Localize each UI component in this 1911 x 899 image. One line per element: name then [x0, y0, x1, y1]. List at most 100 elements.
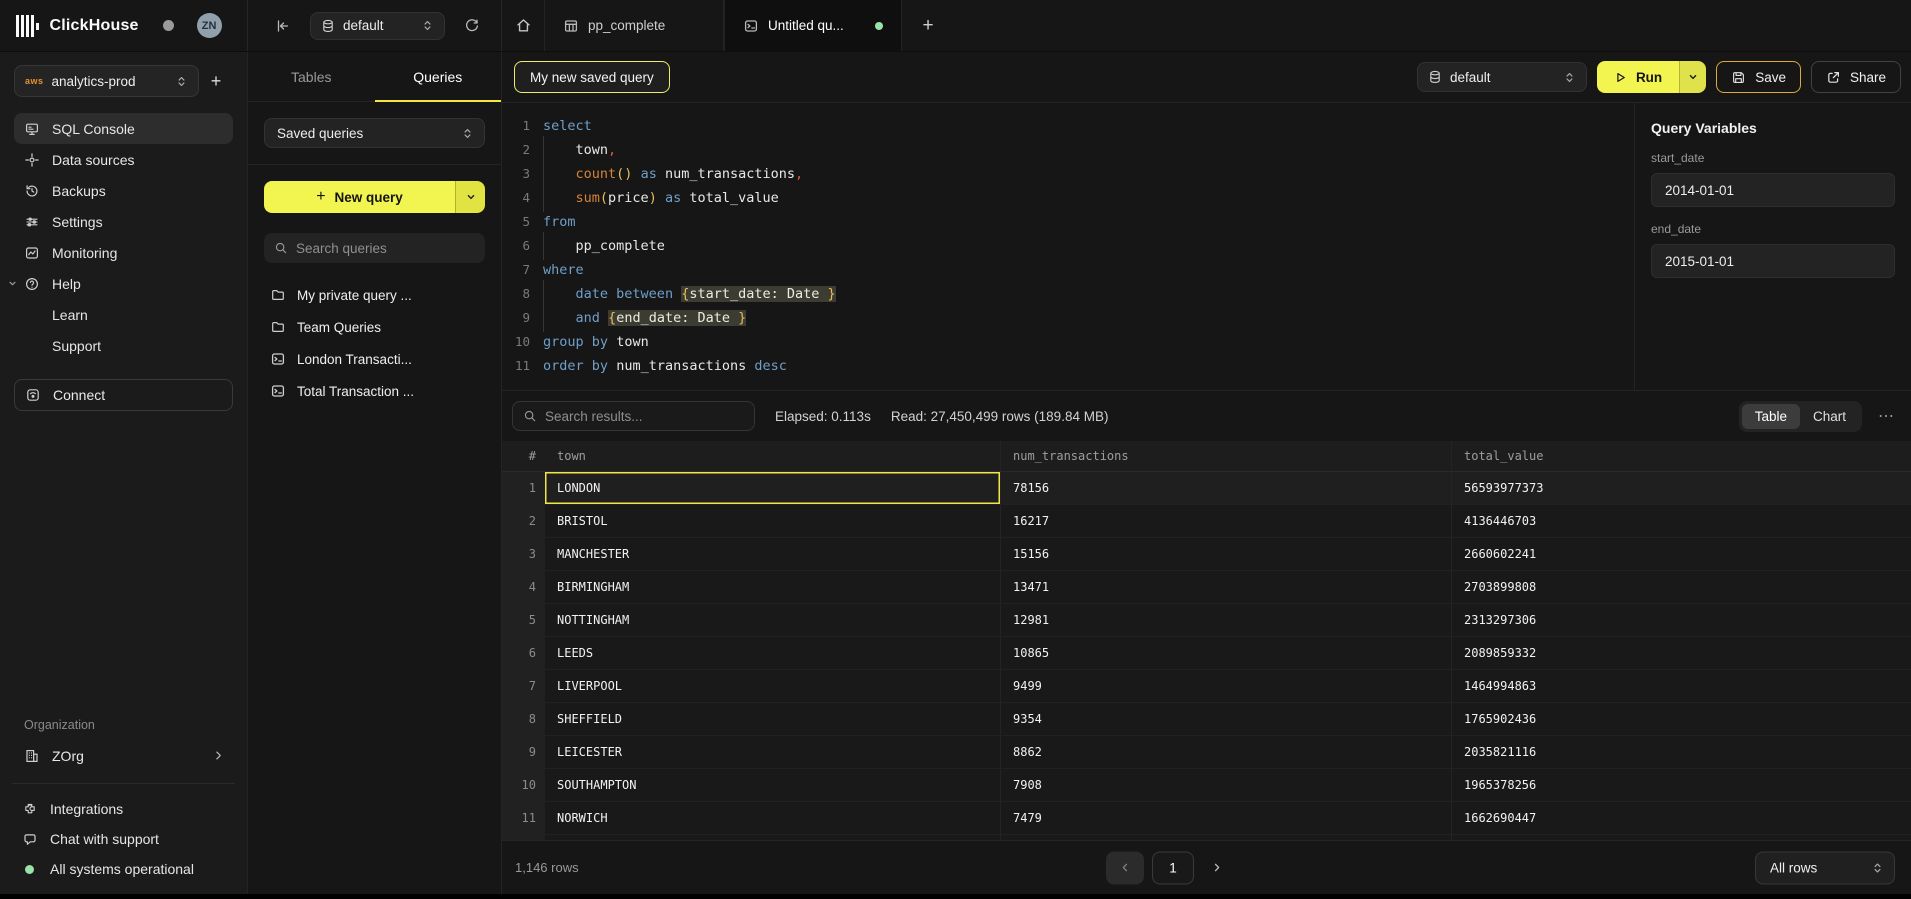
table-row[interactable]: 9LEICESTER88622035821116 [502, 736, 1911, 769]
more-options-button[interactable]: ⋯ [1874, 406, 1899, 426]
cell[interactable]: 2 [502, 505, 545, 537]
cell[interactable]: 2089859332 [1451, 637, 1911, 669]
cell[interactable]: 9354 [1000, 703, 1451, 735]
collapse-left-icon[interactable] [270, 13, 296, 39]
refresh-icon[interactable] [459, 13, 485, 39]
connect-button[interactable]: Connect [14, 379, 233, 411]
cell[interactable]: 1 [502, 472, 545, 504]
cell[interactable]: NOTTINGHAM [545, 604, 1000, 636]
avatar[interactable]: ZN [197, 13, 222, 38]
database-selector[interactable]: default [310, 12, 445, 40]
table-row[interactable]: 11NORWICH74791662690447 [502, 802, 1911, 835]
saved-queries-dropdown[interactable]: Saved queries [264, 118, 485, 148]
cell[interactable]: 8 [502, 703, 545, 735]
cell[interactable]: 15156 [1000, 538, 1451, 570]
cell[interactable]: SHEFFIELD [545, 703, 1000, 735]
cell[interactable]: 10 [502, 769, 545, 801]
cell[interactable]: 1965378256 [1451, 769, 1911, 801]
code-line[interactable]: 6 pp_complete [502, 234, 1634, 258]
sidebar-item-data-sources[interactable]: Data sources [14, 144, 233, 175]
search-results-input[interactable]: Search results... [512, 401, 755, 431]
table-row[interactable]: 7LIVERPOOL94991464994863 [502, 670, 1911, 703]
cell[interactable]: 3 [502, 538, 545, 570]
cell[interactable]: NORWICH [545, 802, 1000, 834]
cell[interactable]: 8862 [1000, 736, 1451, 768]
sidebar-subitem-support[interactable]: Support [14, 330, 233, 361]
page-size-selector[interactable]: All rows [1755, 851, 1895, 884]
previous-page-button[interactable] [1106, 851, 1144, 884]
run-database-selector[interactable]: default [1417, 62, 1587, 92]
cell[interactable]: 7908 [1000, 769, 1451, 801]
cell[interactable]: 10865 [1000, 637, 1451, 669]
cell[interactable]: LEEDS [545, 637, 1000, 669]
sidebar-item-help[interactable]: Help [14, 268, 233, 299]
code-line[interactable]: 8 date between {start_date: Date } [502, 282, 1634, 306]
tab-tables[interactable]: Tables [248, 52, 375, 101]
cell[interactable]: 4 [502, 571, 545, 603]
table-row[interactable]: 1LONDON7815656593977373 [502, 472, 1911, 505]
cell[interactable]: 4136446703 [1451, 505, 1911, 537]
view-toggle-chart[interactable]: Chart [1800, 404, 1859, 429]
saved-query-item[interactable]: Team Queries [264, 311, 485, 343]
code-line[interactable]: 2 town, [502, 138, 1634, 162]
sidebar-item-sql-console[interactable]: SQL Console [14, 113, 233, 144]
code-line[interactable]: 4 sum(price) as total_value [502, 186, 1634, 210]
view-toggle-table[interactable]: Table [1742, 404, 1800, 429]
run-options-button[interactable] [1679, 61, 1706, 93]
table-row[interactable]: 5NOTTINGHAM129812313297306 [502, 604, 1911, 637]
cell[interactable]: BRISTOL [545, 505, 1000, 537]
tab-queries[interactable]: Queries [375, 52, 502, 101]
sidebar-item-monitoring[interactable]: Monitoring [14, 237, 233, 268]
sidebar-item-backups[interactable]: Backups [14, 175, 233, 206]
cell[interactable]: 78156 [1000, 472, 1451, 504]
code-line[interactable]: 7where [502, 258, 1634, 282]
column-header-num[interactable]: # [502, 441, 545, 471]
saved-query-item[interactable]: London Transacti... [264, 343, 485, 375]
share-button[interactable]: Share [1811, 61, 1901, 93]
code-line[interactable]: 11order by num_transactions desc [502, 354, 1634, 378]
code-line[interactable]: 9 and {end_date: Date } [502, 306, 1634, 330]
add-service-button[interactable]: + [199, 71, 233, 92]
cell[interactable]: LONDON [545, 472, 1000, 504]
new-tab-button[interactable]: + [902, 0, 954, 51]
new-query-button[interactable]: +New query [264, 181, 485, 213]
cell[interactable]: 13471 [1000, 571, 1451, 603]
variable-input-start_date[interactable]: 2014-01-01 [1651, 173, 1895, 207]
search-queries-input[interactable]: Search queries [264, 233, 485, 263]
page-number-input[interactable]: 1 [1152, 851, 1194, 884]
sidebar-subitem-learn[interactable]: Learn [14, 299, 233, 330]
cell[interactable]: 12981 [1000, 604, 1451, 636]
notification-dot-icon[interactable] [163, 20, 174, 31]
cell[interactable]: LEICESTER [545, 736, 1000, 768]
sql-editor[interactable]: 1select2 town,3 count() as num_transacti… [502, 103, 1634, 390]
cell[interactable]: 6 [502, 637, 545, 669]
saved-query-item[interactable]: My private query ... [264, 279, 485, 311]
top-tab-untitled-qu-[interactable]: Untitled qu... [724, 0, 902, 51]
table-row[interactable]: 2BRISTOL162174136446703 [502, 505, 1911, 538]
table-row[interactable]: 3MANCHESTER151562660602241 [502, 538, 1911, 571]
service-selector[interactable]: aws analytics-prod [14, 65, 199, 97]
variable-input-end_date[interactable]: 2015-01-01 [1651, 244, 1895, 278]
sidebar-item-settings[interactable]: Settings [14, 206, 233, 237]
saved-query-item[interactable]: Total Transaction ... [264, 375, 485, 407]
cell[interactable]: 1662690447 [1451, 802, 1911, 834]
top-tab-pp-complete[interactable]: pp_complete [544, 0, 724, 51]
code-line[interactable]: 10group by town [502, 330, 1634, 354]
cell[interactable]: 9 [502, 736, 545, 768]
new-query-menu-button[interactable] [455, 181, 485, 213]
code-line[interactable]: 1select [502, 114, 1634, 138]
run-button[interactable]: Run [1597, 61, 1679, 93]
sidebar-footer-all-systems-operational[interactable]: All systems operational [12, 854, 235, 884]
cell[interactable]: 2035821116 [1451, 736, 1911, 768]
cell[interactable]: 7479 [1000, 802, 1451, 834]
code-line[interactable]: 3 count() as num_transactions, [502, 162, 1634, 186]
cell[interactable]: MANCHESTER [545, 538, 1000, 570]
cell[interactable]: 2313297306 [1451, 604, 1911, 636]
cell[interactable]: 56593977373 [1451, 472, 1911, 504]
table-row[interactable]: 10SOUTHAMPTON79081965378256 [502, 769, 1911, 802]
table-row[interactable]: 4BIRMINGHAM134712703899808 [502, 571, 1911, 604]
cell[interactable]: 1464994863 [1451, 670, 1911, 702]
code-line[interactable]: 5from [502, 210, 1634, 234]
table-row[interactable]: 8SHEFFIELD93541765902436 [502, 703, 1911, 736]
cell[interactable]: 5 [502, 604, 545, 636]
